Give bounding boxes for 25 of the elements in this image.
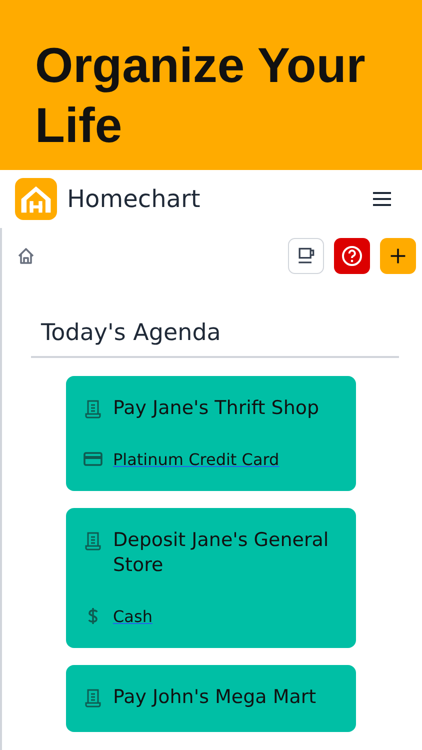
plus-icon [389,247,407,265]
agenda-card[interactable]: Pay John's Mega Mart [66,665,356,732]
credit-card-icon [83,449,103,469]
agenda-card[interactable]: Pay Jane's Thrift Shop Platinum Credit Card [66,376,356,491]
receipt-icon [83,399,103,419]
receipt-icon [83,688,103,708]
logo-icon [15,178,57,220]
home-button[interactable] [16,246,36,266]
coffee-button[interactable] [288,238,324,274]
menu-button[interactable] [370,189,394,209]
home-icon [16,246,36,266]
agenda-card[interactable]: Deposit Jane's General Store Cash [66,508,356,648]
account-link[interactable]: Cash [113,606,152,626]
section-title: Today's Agenda [31,320,399,358]
headline: Organize Your Life [35,38,366,155]
help-button[interactable] [334,238,370,274]
menu-icon [372,191,392,207]
agenda-title: Pay John's Mega Mart [113,685,316,710]
agenda-title: Pay Jane's Thrift Shop [113,396,320,421]
app-name: Homechart [67,185,200,213]
add-button[interactable] [380,238,416,274]
agenda-title: Deposit Jane's General Store [113,528,330,578]
help-icon [340,244,364,268]
receipt-icon [83,531,103,551]
account-link[interactable]: Platinum Credit Card [113,450,280,468]
